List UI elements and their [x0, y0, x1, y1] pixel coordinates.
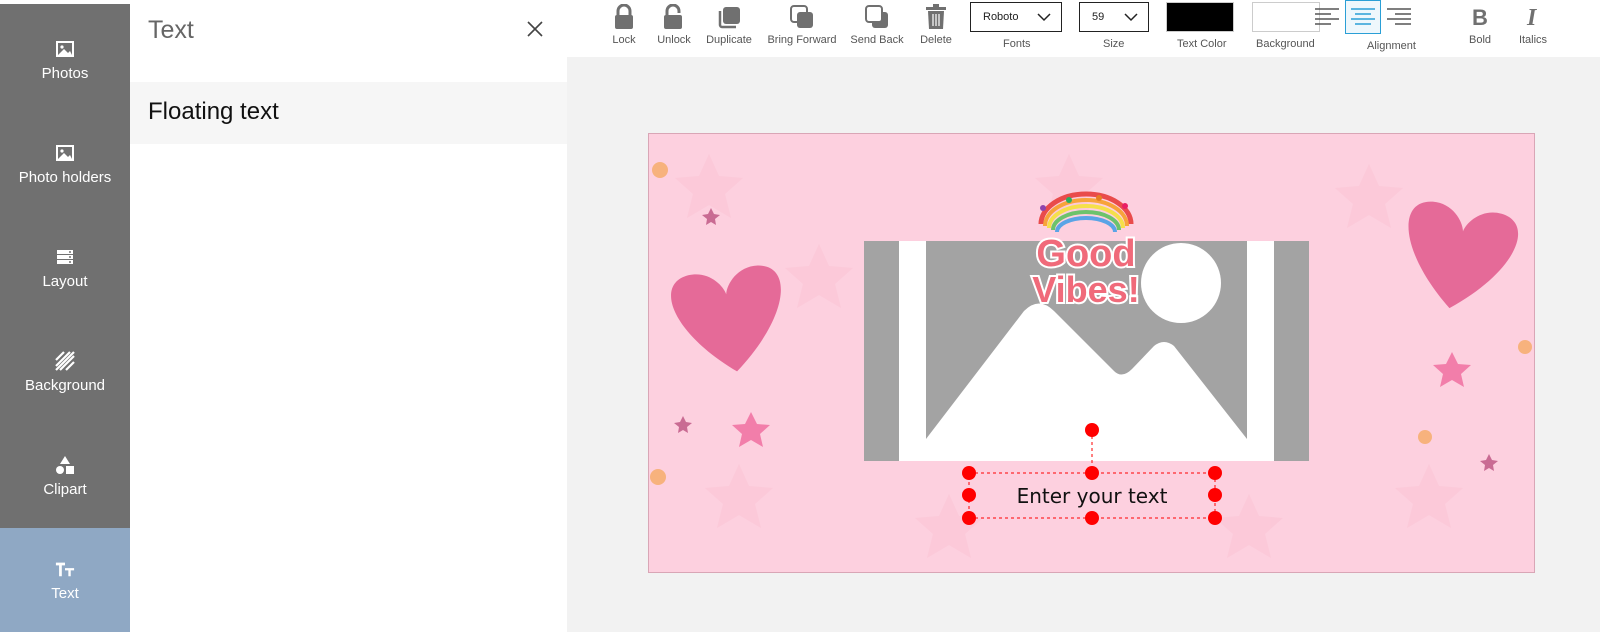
send-back-label: Send Back	[850, 34, 904, 46]
photo-icon	[55, 143, 75, 163]
sidebar-item-photos[interactable]: Photos	[0, 8, 130, 112]
fonts-label: Fonts	[1003, 38, 1031, 50]
resize-handle-sw[interactable]	[962, 511, 976, 525]
bring-forward-button[interactable]: Bring Forward	[766, 0, 838, 46]
sidebar-item-label: Clipart	[43, 480, 87, 498]
chevron-down-icon	[1037, 12, 1051, 21]
background-label: Background	[1256, 38, 1315, 50]
sidebar-item-background[interactable]: Background	[0, 320, 130, 424]
bring-forward-icon	[789, 0, 815, 34]
italic-icon: I	[1523, 0, 1543, 34]
text-icon	[55, 559, 75, 579]
duplicate-icon	[716, 0, 742, 34]
lock-label: Lock	[612, 34, 636, 46]
italics-label: Italics	[1518, 34, 1548, 46]
italics-button[interactable]: I Italics	[1515, 0, 1551, 46]
size-select[interactable]: 59	[1079, 2, 1149, 32]
resize-handle-se[interactable]	[1208, 511, 1222, 525]
svg-text:I: I	[1526, 6, 1538, 28]
sidebar: Photos Photo holders Layout Background C…	[0, 4, 130, 632]
font-select[interactable]: Roboto	[970, 2, 1062, 32]
bring-forward-label: Bring Forward	[767, 34, 837, 46]
unlock-label: Unlock	[657, 34, 691, 46]
resize-handles	[962, 423, 1222, 525]
sidebar-item-clipart[interactable]: Clipart	[0, 424, 130, 528]
chevron-down-icon	[1124, 12, 1138, 21]
delete-button[interactable]: Delete	[918, 0, 954, 46]
svg-text:B: B	[1472, 6, 1488, 28]
align-right-icon	[1387, 8, 1411, 25]
delete-label: Delete	[920, 34, 952, 46]
sidebar-item-label: Layout	[42, 272, 88, 290]
text-panel: Text Floating text	[130, 4, 567, 632]
size-value: 59	[1092, 11, 1105, 23]
align-left-icon	[1315, 8, 1339, 25]
align-left-button[interactable]	[1309, 0, 1345, 34]
bold-icon: B	[1470, 0, 1490, 34]
lock-icon	[613, 0, 635, 34]
resize-handle-w[interactable]	[962, 488, 976, 502]
alignment-group	[1309, 0, 1417, 34]
text-color-label: Text Color	[1177, 38, 1227, 50]
resize-handle-nw[interactable]	[962, 466, 976, 480]
rotate-handle[interactable]	[1085, 423, 1099, 437]
clipart-icon	[55, 455, 75, 475]
sidebar-item-photo-holders[interactable]: Photo holders	[0, 112, 130, 216]
trash-icon	[925, 0, 947, 34]
design-canvas[interactable]: Good Vibes! Enter your text	[648, 133, 1535, 573]
alignment-label: Alignment	[1367, 40, 1416, 52]
floating-text-item[interactable]: Floating text	[130, 82, 567, 144]
bold-button[interactable]: B Bold	[1464, 0, 1496, 46]
send-back-icon	[864, 0, 890, 34]
duplicate-label: Duplicate	[706, 34, 752, 46]
photo-icon	[55, 39, 75, 59]
send-back-button[interactable]: Send Back	[850, 0, 904, 46]
align-center-icon	[1351, 8, 1375, 25]
sidebar-item-layout[interactable]: Layout	[0, 216, 130, 320]
sidebar-item-text[interactable]: Text	[0, 528, 130, 632]
resize-handle-ne[interactable]	[1208, 466, 1222, 480]
panel-title: Text	[148, 16, 194, 44]
background-icon	[55, 350, 75, 371]
text-color-swatch[interactable]	[1166, 2, 1234, 32]
layout-icon	[55, 247, 75, 267]
align-right-button[interactable]	[1381, 0, 1417, 34]
close-icon[interactable]	[524, 18, 546, 40]
duplicate-button[interactable]: Duplicate	[706, 0, 752, 46]
size-label: Size	[1103, 38, 1125, 50]
resize-handle-n[interactable]	[1085, 466, 1099, 480]
sidebar-item-label: Photo holders	[18, 168, 112, 186]
lock-button[interactable]: Lock	[609, 0, 639, 46]
align-center-button[interactable]	[1345, 0, 1381, 34]
sidebar-item-label: Photos	[41, 64, 89, 82]
resize-handle-s[interactable]	[1085, 511, 1099, 525]
bold-label: Bold	[1468, 34, 1492, 46]
sidebar-item-label: Background	[24, 376, 106, 394]
resize-handle-e[interactable]	[1208, 488, 1222, 502]
sidebar-item-label: Text	[51, 584, 79, 602]
unlock-icon	[662, 0, 686, 34]
editor-app: Photos Photo holders Layout Background C…	[0, 0, 1600, 632]
unlock-button[interactable]: Unlock	[656, 0, 692, 46]
font-value: Roboto	[983, 11, 1019, 23]
